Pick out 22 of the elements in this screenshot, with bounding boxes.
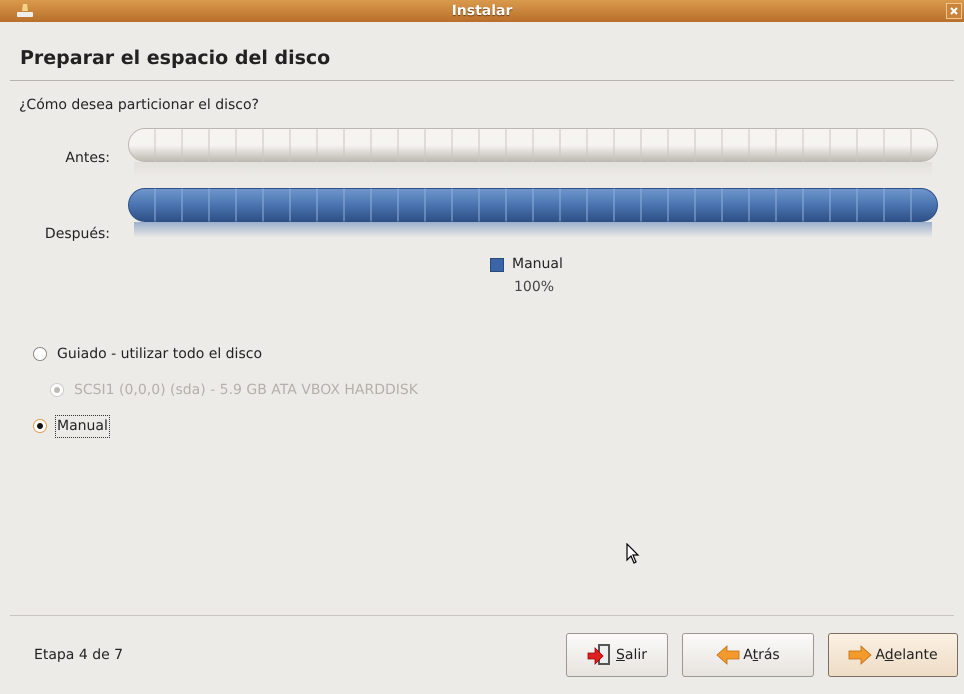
close-icon — [950, 7, 958, 15]
option-label[interactable]: Manual — [55, 414, 110, 438]
right-arrow-icon — [848, 645, 872, 665]
option-label[interactable]: Guiado - utilizar todo el disco — [55, 342, 264, 366]
radio-button[interactable] — [33, 347, 47, 361]
question-text: ¿Cómo desea particionar el disco? — [19, 96, 260, 115]
legend-percent: 100% — [514, 278, 556, 297]
back-button[interactable]: Atrás — [682, 633, 814, 677]
page-heading: Preparar el espacio del disco — [20, 46, 332, 71]
quit-button[interactable]: Salir — [566, 633, 668, 677]
exit-door-icon — [586, 643, 613, 667]
left-arrow-icon — [716, 645, 740, 665]
forward-button[interactable]: Adelante — [828, 633, 958, 677]
step-counter: Etapa 4 de 7 — [34, 646, 124, 664]
legend-label: Manual — [512, 255, 563, 274]
window-title: Instalar — [452, 2, 512, 20]
bar-label: Después: — [44, 225, 110, 244]
close-button[interactable] — [946, 3, 962, 19]
installer-icon — [16, 3, 34, 19]
radio-button[interactable] — [33, 419, 47, 433]
bar-label: Antes: — [64, 149, 110, 168]
mouse-cursor-icon — [626, 543, 640, 565]
